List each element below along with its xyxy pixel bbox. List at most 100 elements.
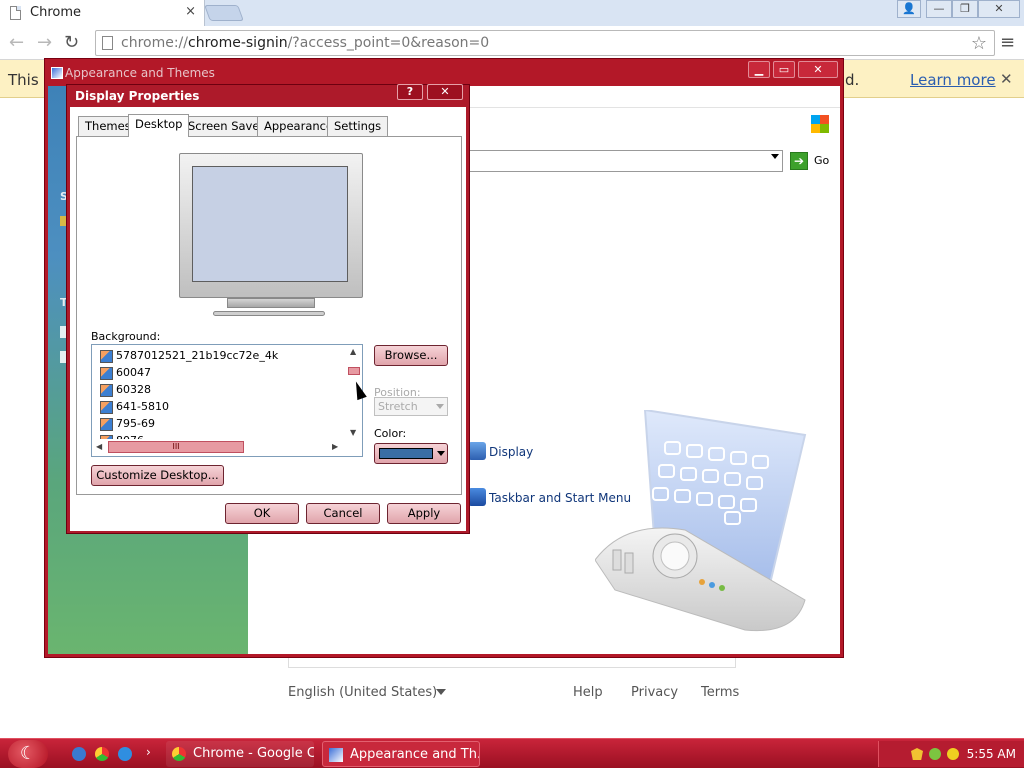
dialog-body: Themes Desktop Screen Saver Appearance S…: [70, 107, 466, 531]
chrome-tab-strip: Chrome × 👤 — ❐ ✕: [0, 0, 1024, 26]
list-item[interactable]: 60047: [98, 364, 151, 381]
new-tab-button[interactable]: [204, 5, 244, 21]
window-title: Appearance and Themes: [65, 66, 215, 80]
maximize-button[interactable]: ▭: [773, 61, 795, 78]
chrome-tab[interactable]: Chrome ×: [0, 0, 205, 26]
display-properties-dialog: Display Properties ? ✕ Themes Desktop Sc…: [66, 84, 470, 534]
scroll-down-icon[interactable]: ▼: [350, 428, 356, 437]
help-button[interactable]: ?: [397, 84, 423, 100]
signin-card-edge: [288, 658, 736, 668]
start-button[interactable]: ☾: [8, 740, 48, 768]
ok-button[interactable]: OK: [225, 503, 299, 524]
chrome-toolbar: ← → ↻ chrome://chrome-signin/?access_poi…: [0, 26, 1024, 60]
dialog-title: Display Properties: [75, 89, 200, 103]
display-link[interactable]: Display: [489, 445, 533, 459]
position-value: Stretch: [378, 400, 418, 413]
go-button[interactable]: ➔ Go: [790, 150, 840, 172]
desktop-preview-screen: [192, 166, 348, 282]
position-select[interactable]: Stretch: [374, 397, 448, 416]
control-panel-icon: [51, 67, 63, 79]
close-dialog-button[interactable]: ✕: [427, 84, 463, 100]
forward-icon[interactable]: →: [37, 32, 52, 53]
chevron-down-icon[interactable]: [436, 689, 446, 695]
address-bar[interactable]: chrome://chrome-signin/?access_point=0&r…: [95, 30, 995, 56]
terms-link[interactable]: Terms: [701, 685, 739, 700]
color-label: Color:: [374, 427, 407, 440]
monitor-stand: [227, 298, 315, 308]
clock: 5:55 AM: [966, 747, 1016, 761]
taskbar-item-label: Appearance and Th...: [350, 747, 480, 762]
taskbar-icon[interactable]: [468, 488, 486, 506]
chevron-right-icon[interactable]: ›: [146, 745, 151, 759]
list-item[interactable]: 641-5810: [98, 398, 169, 415]
search-icon[interactable]: [947, 748, 959, 760]
close-window-button[interactable]: ✕: [798, 61, 838, 78]
restore-button[interactable]: ❐: [952, 0, 978, 18]
desktop-tab-panel: Background: 5787012521_21b19cc72e_4k 600…: [76, 136, 462, 495]
control-panel-icon: [329, 748, 343, 762]
bookmark-star-icon[interactable]: ☆: [971, 33, 987, 54]
windows-logo-icon: [811, 115, 829, 133]
privacy-link[interactable]: Privacy: [631, 685, 678, 700]
address-field[interactable]: [451, 150, 783, 172]
monitor-base: [213, 311, 325, 316]
reload-icon[interactable]: ↻: [64, 32, 79, 53]
list-item[interactable]: 60328: [98, 381, 151, 398]
infobar-message-end: d.: [845, 71, 860, 89]
chevron-down-icon: [437, 451, 445, 456]
display-icon[interactable]: [468, 442, 486, 460]
color-picker-button[interactable]: [374, 443, 448, 464]
learn-more-link[interactable]: Learn more: [910, 71, 996, 89]
chevron-down-icon[interactable]: [771, 154, 779, 159]
taskbar-item-appearance[interactable]: Appearance and Th...: [322, 741, 480, 767]
tab-title: Chrome: [30, 5, 81, 20]
security-shield-icon[interactable]: [911, 748, 923, 760]
system-tray: 5:55 AM: [878, 741, 1024, 767]
url-text: chrome://chrome-signin/?access_point=0&r…: [121, 35, 490, 51]
help-link[interactable]: Help: [573, 685, 603, 700]
list-item[interactable]: 5787012521_21b19cc72e_4k: [98, 347, 278, 364]
page-icon: [10, 6, 21, 20]
profile-icon[interactable]: 👤: [897, 0, 921, 18]
go-label: Go: [814, 154, 830, 167]
menu-bar: [451, 86, 840, 108]
browse-button[interactable]: Browse...: [374, 345, 448, 366]
cancel-button[interactable]: Cancel: [306, 503, 380, 524]
horizontal-scrollbar[interactable]: ◀ III ▶: [92, 439, 346, 456]
tab-close-icon[interactable]: ×: [185, 4, 196, 19]
show-desktop-icon[interactable]: [72, 747, 86, 761]
taskbar-item-label: Chrome - Google C...: [193, 746, 314, 761]
background-list[interactable]: 5787012521_21b19cc72e_4k 60047 60328 641…: [91, 344, 363, 457]
scroll-thumb[interactable]: III: [108, 441, 244, 453]
scroll-left-icon[interactable]: ◀: [96, 442, 102, 451]
minimize-button[interactable]: ▁: [748, 61, 770, 78]
back-icon[interactable]: ←: [9, 32, 24, 53]
ie-icon[interactable]: [118, 747, 132, 761]
chrome-icon: [172, 747, 186, 761]
tab-desktop[interactable]: Desktop: [128, 114, 190, 137]
list-item[interactable]: 795-69: [98, 415, 155, 432]
chrome-icon[interactable]: [95, 747, 109, 761]
infobar-close-icon[interactable]: ✕: [1000, 70, 1013, 88]
control-panel-illustration: [595, 410, 807, 632]
network-icon[interactable]: [929, 748, 941, 760]
monitor-bezel: [179, 153, 363, 298]
scroll-thumb[interactable]: [348, 367, 360, 375]
apply-button[interactable]: Apply: [387, 503, 461, 524]
scroll-right-icon[interactable]: ▶: [332, 442, 338, 451]
chevron-down-icon: [436, 404, 444, 409]
tab-settings[interactable]: Settings: [327, 116, 389, 136]
minimize-button[interactable]: —: [926, 0, 952, 18]
page-icon: [102, 36, 113, 50]
close-window-button[interactable]: ✕: [978, 0, 1020, 18]
taskbar-item-chrome[interactable]: Chrome - Google C...: [166, 741, 314, 767]
color-swatch: [379, 448, 433, 459]
taskbar: ☾ › Chrome - Google C... Appearance and …: [0, 738, 1024, 768]
language-selector[interactable]: English (United States): [288, 685, 437, 700]
arrow-right-icon: ➔: [790, 152, 808, 170]
monitor-preview: [179, 153, 363, 321]
scroll-up-icon[interactable]: ▲: [350, 347, 356, 356]
chrome-menu-icon[interactable]: ≡: [1000, 32, 1015, 53]
customize-desktop-button[interactable]: Customize Desktop...: [91, 465, 224, 486]
background-label: Background:: [91, 330, 161, 343]
